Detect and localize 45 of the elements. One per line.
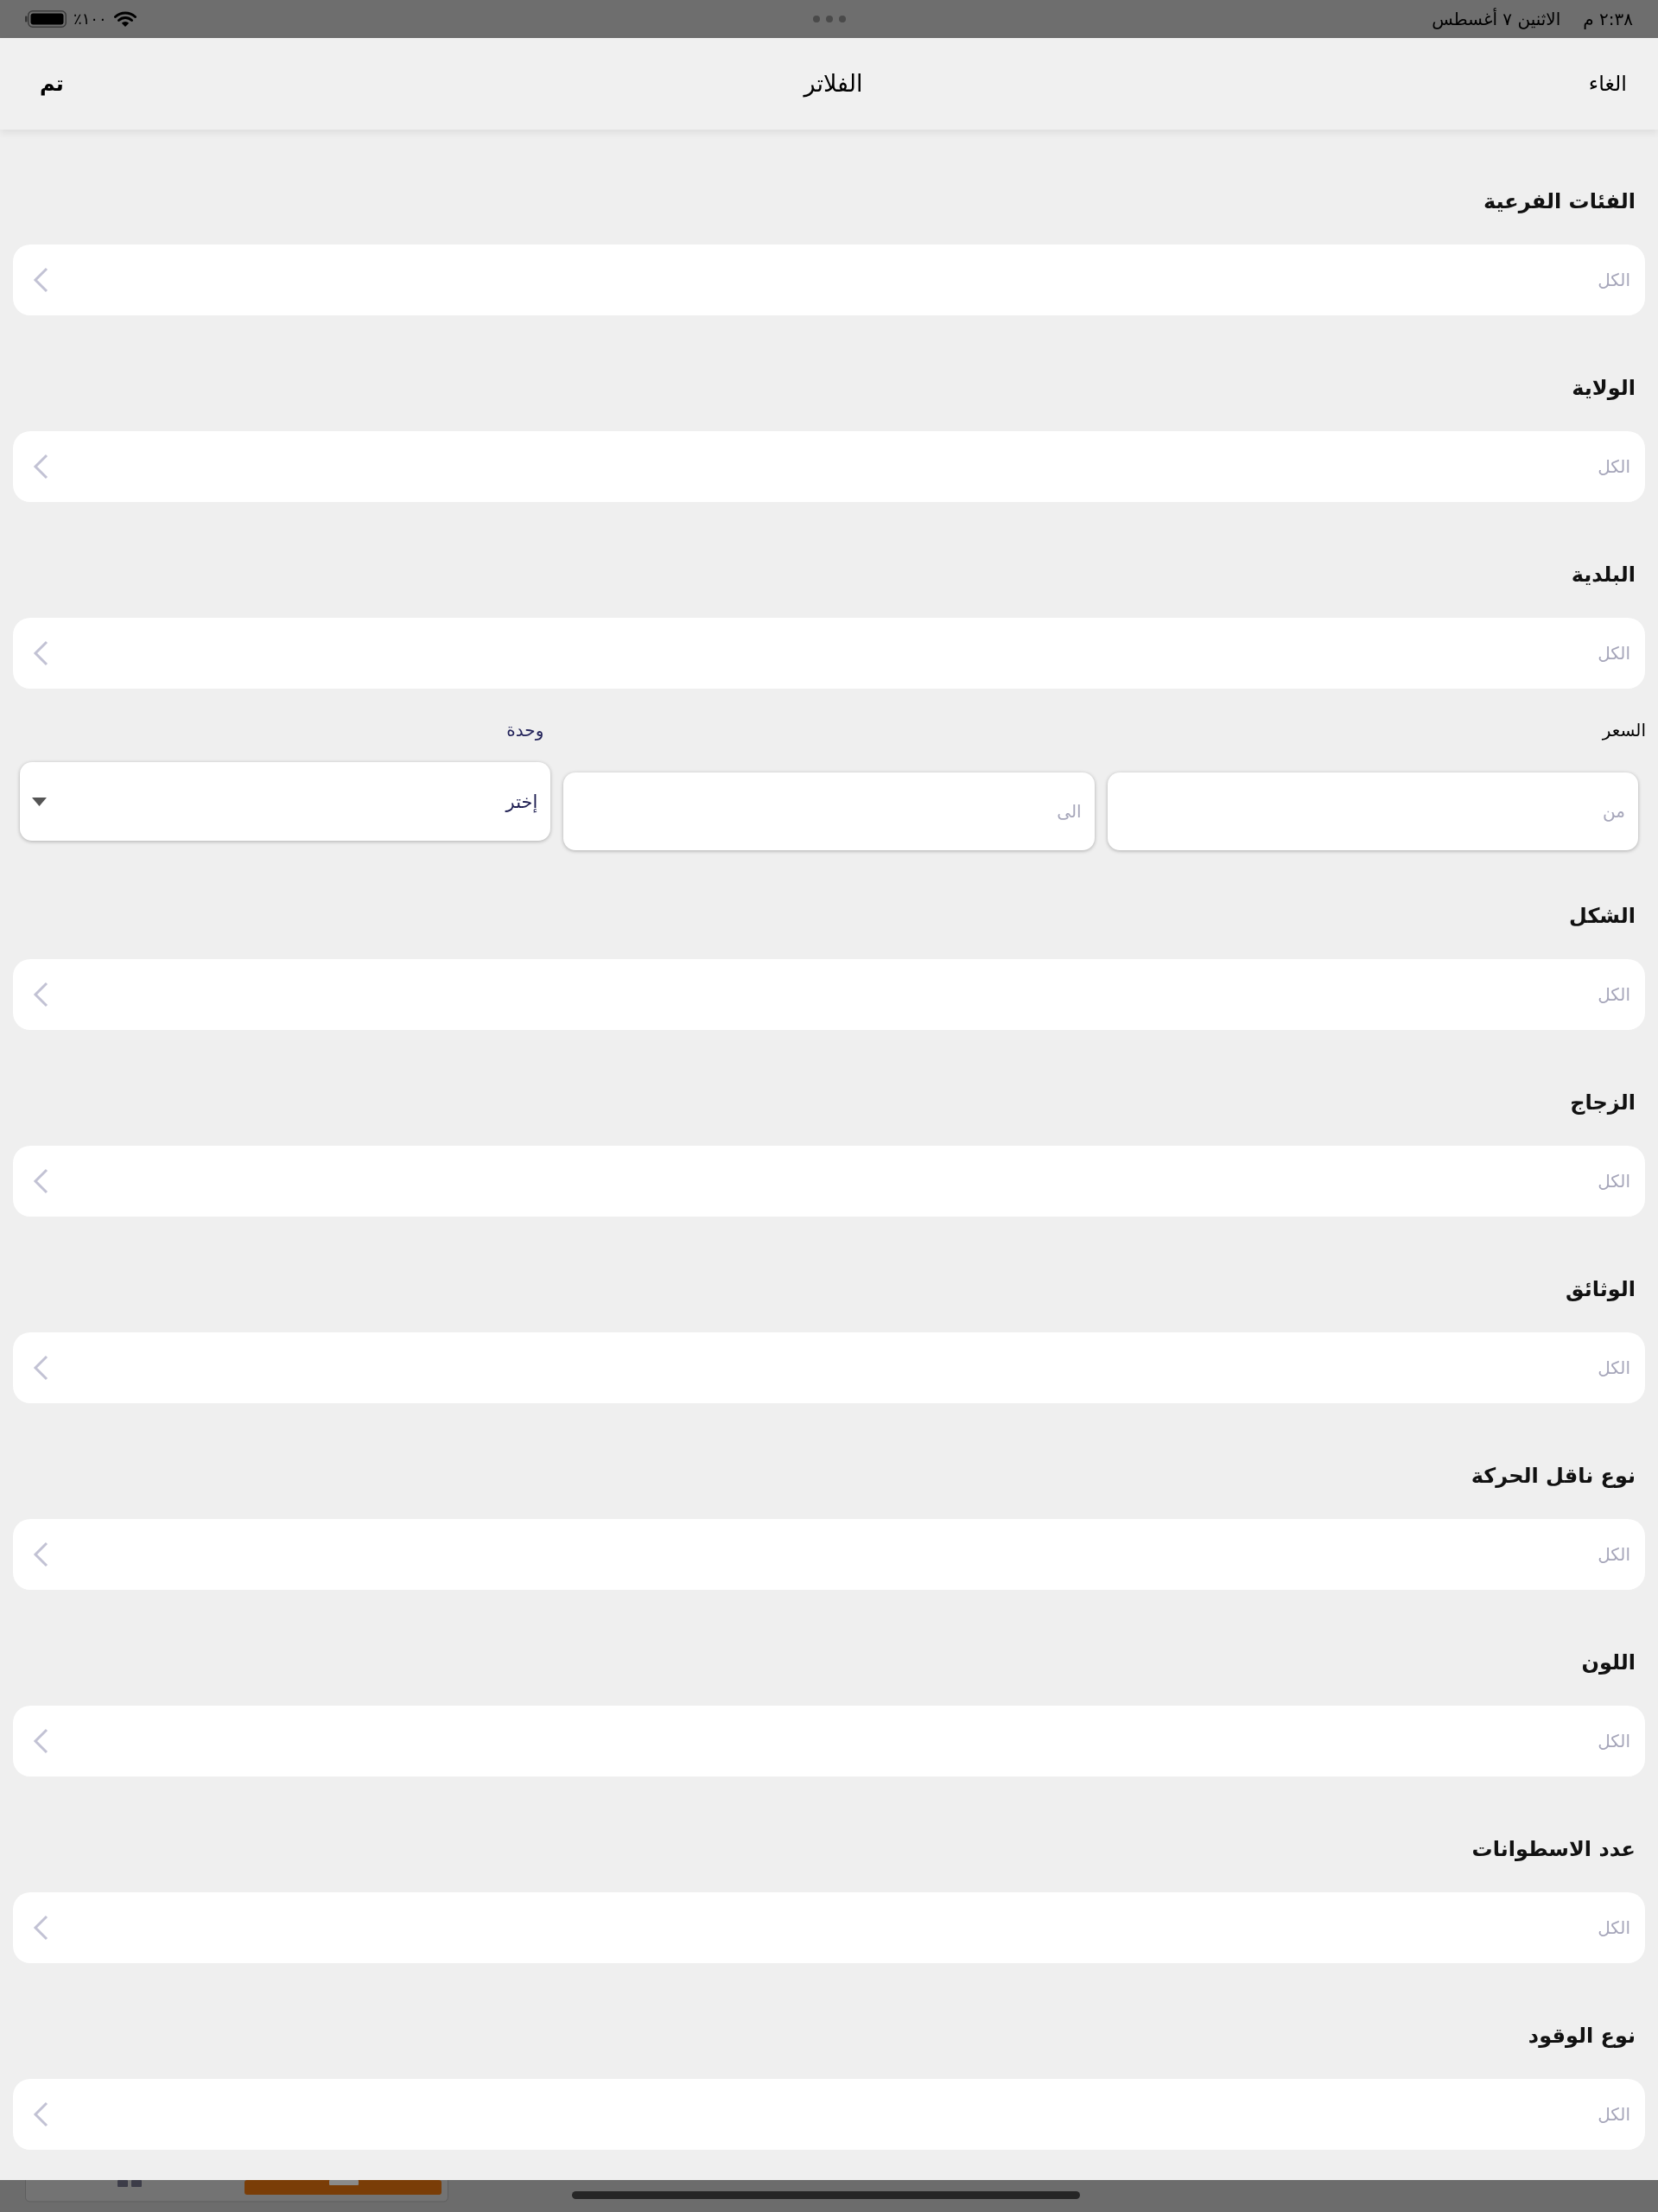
chevron-left-icon	[33, 1355, 48, 1381]
filter-label: عدد الاسطوانات	[1471, 1836, 1636, 1863]
filter-label: الولاية	[1572, 375, 1636, 402]
filter-label: الفئات الفرعية	[1483, 188, 1636, 215]
price-label: السعر	[1602, 719, 1646, 742]
filter-label: البلدية	[1571, 562, 1636, 588]
unit-dropdown[interactable]: إختر	[20, 762, 551, 841]
select-field[interactable]: الكل	[13, 1706, 1645, 1777]
chevron-left-icon	[33, 640, 48, 666]
dropdown-caret-icon	[32, 797, 47, 806]
filter-label: الوثائق	[1566, 1276, 1636, 1303]
chevron-left-icon	[33, 454, 48, 480]
select-field[interactable]: الكل	[13, 618, 1645, 689]
more-dots-icon[interactable]	[811, 15, 847, 23]
chevron-left-icon	[33, 267, 48, 293]
sheet-title: الفلاتر	[804, 69, 863, 99]
battery-percent: ٪١٠٠	[73, 10, 107, 29]
filter-label: نوع الوقود	[1528, 2023, 1636, 2050]
chevron-left-icon	[33, 1541, 48, 1567]
filter-label: اللون	[1581, 1649, 1636, 1676]
filter-label: الزجاج	[1570, 1090, 1636, 1116]
cancel-button[interactable]: الغاء	[1588, 67, 1627, 100]
price-from-input[interactable]: من	[1107, 772, 1638, 850]
select-field[interactable]: الكل	[13, 1146, 1645, 1217]
chevron-left-icon	[33, 1728, 48, 1754]
wifi-icon	[113, 10, 137, 28]
chevron-left-icon	[33, 982, 48, 1007]
filter-label: الشكل	[1568, 903, 1636, 930]
chevron-left-icon	[33, 2101, 48, 2127]
select-field[interactable]: الكل	[13, 245, 1645, 315]
chevron-left-icon	[33, 1915, 48, 1941]
select-field[interactable]: الكل	[13, 1519, 1645, 1590]
status-date: الاثنين ٧ أغسطس	[1432, 9, 1561, 29]
battery-icon	[25, 10, 67, 29]
done-button[interactable]: تم	[40, 67, 64, 100]
select-field[interactable]: الكل	[13, 1892, 1645, 1963]
select-field[interactable]: الكل	[13, 2079, 1645, 2150]
unit-label: وحدة	[506, 719, 544, 742]
filter-label: نوع ناقل الحركة	[1471, 1463, 1636, 1490]
select-field[interactable]: الكل	[13, 959, 1645, 1030]
select-field[interactable]: الكل	[13, 431, 1645, 502]
select-field[interactable]: الكل	[13, 1332, 1645, 1403]
chevron-left-icon	[33, 1168, 48, 1194]
price-to-input[interactable]: الى	[563, 772, 1095, 850]
status-time: ٢:٣٨ م	[1583, 9, 1633, 29]
